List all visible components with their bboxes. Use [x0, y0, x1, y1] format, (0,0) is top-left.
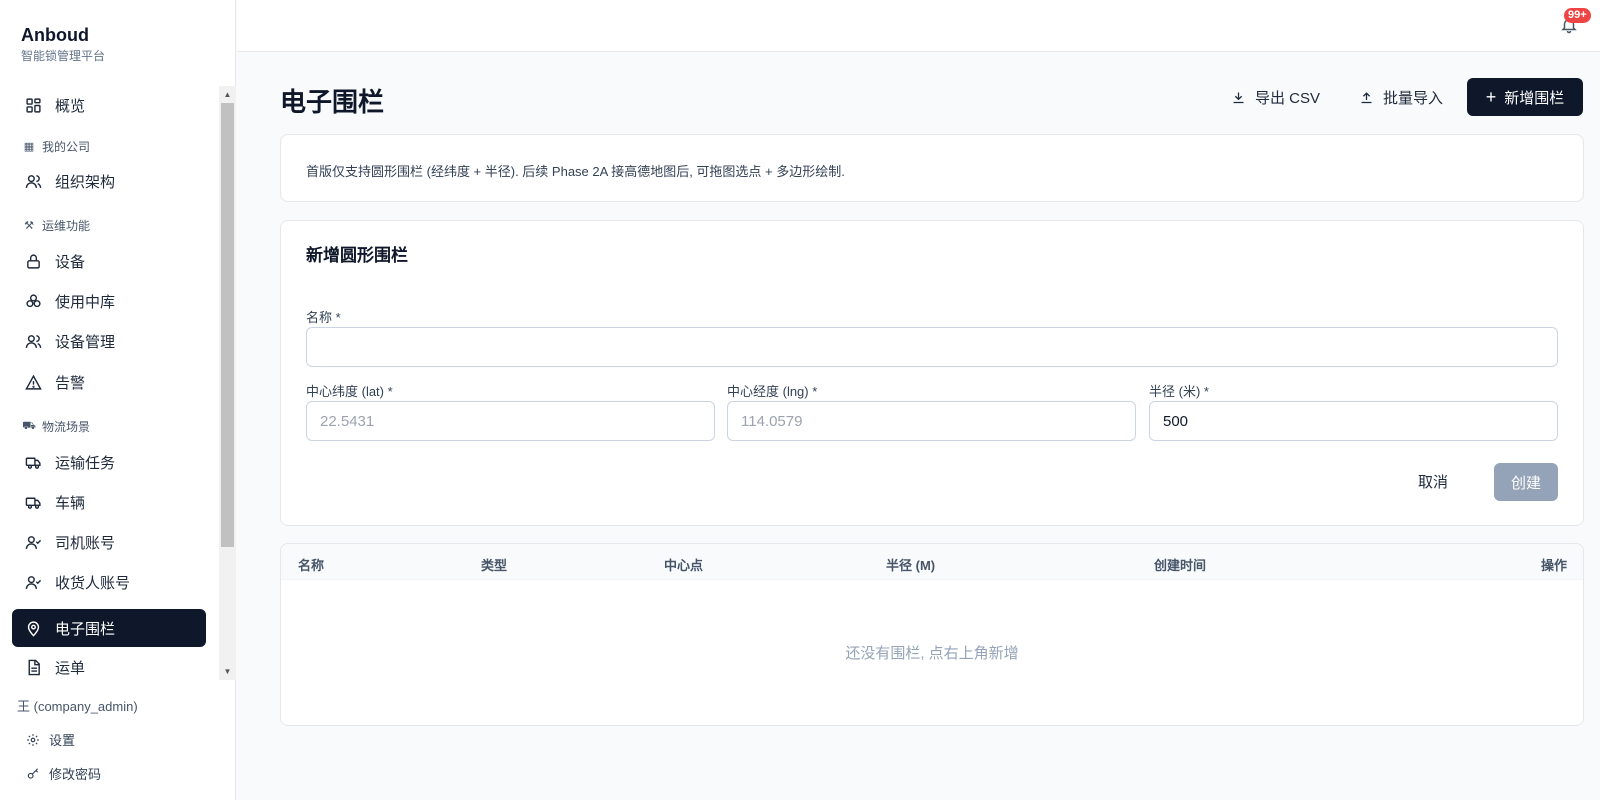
plus-icon: +: [1485, 87, 1497, 107]
name-input[interactable]: [306, 327, 1558, 367]
cancel-button[interactable]: 取消: [1418, 463, 1448, 499]
nav-list: 概览 ▦ 我的公司 组织架构 ⚒ 运维功能 设备 使用中库 设备管理 告警 ⛟ …: [0, 86, 236, 680]
section-label: 运维功能: [42, 219, 91, 233]
settings-link[interactable]: 设置: [26, 730, 75, 749]
notification-badge: 99+: [1564, 8, 1591, 23]
upload-icon: [1361, 91, 1372, 103]
brand: Anboud 智能锁管理平台: [21, 24, 105, 64]
notice-text: 首版仅支持圆形围栏 (经纬度 + 半径). 后续 Phase 2A 接高德地图后…: [306, 164, 845, 179]
truck-icon: [25, 457, 41, 469]
sidebar-item-label: 运输任务: [55, 454, 116, 472]
scroll-down-arrow-icon[interactable]: ▼: [219, 663, 236, 680]
map-pin-icon: [27, 620, 40, 637]
notice-card: 首版仅支持圆形围栏 (经纬度 + 半径). 后续 Phase 2A 接高德地图后…: [280, 134, 1584, 202]
empty-state-text: 还没有围栏, 点右上角新增: [845, 645, 1019, 662]
form-title: 新增圆形围栏: [306, 246, 408, 265]
wrench-icon: ⚒: [24, 220, 34, 232]
page-title: 电子围栏: [280, 87, 385, 117]
column-header-actions: 操作: [1540, 558, 1567, 573]
new-fence-button[interactable]: + 新增围栏: [1467, 78, 1583, 116]
section-ops: ⚒ 运维功能: [22, 217, 90, 234]
section-label: 物流场景: [42, 420, 91, 434]
sidebar-item-device-mgmt[interactable]: 设备管理: [12, 322, 206, 360]
sidebar-item-label: 设备管理: [55, 333, 116, 351]
column-header-center: 中心点: [664, 558, 704, 573]
sidebar-item-label: 收货人账号: [55, 574, 131, 592]
export-csv-button[interactable]: 导出 CSV: [1231, 78, 1320, 116]
sidebar-item-overview[interactable]: 概览: [12, 86, 206, 124]
scroll-up-arrow-icon[interactable]: ▲: [219, 86, 236, 103]
sidebar-item-waybill[interactable]: 运单: [12, 648, 206, 680]
column-header-type: 类型: [481, 558, 508, 573]
grid-icon: [26, 97, 41, 113]
section-logistics: ⛟ 物流场景: [22, 418, 90, 435]
change-password-label: 修改密码: [49, 767, 102, 782]
lat-input[interactable]: [306, 401, 715, 441]
batch-import-button[interactable]: 批量导入: [1359, 78, 1443, 116]
lng-input[interactable]: [727, 401, 1136, 441]
sidebar-item-label: 车辆: [55, 494, 86, 512]
user-check-icon: [25, 535, 42, 549]
sidebar-item-alarms[interactable]: 告警: [12, 363, 206, 401]
gear-icon: [27, 733, 39, 746]
name-label: 名称 *: [306, 310, 341, 325]
key-icon: [27, 767, 39, 779]
sidebar-item-transport-tasks[interactable]: 运输任务: [12, 443, 206, 481]
document-icon: [28, 659, 40, 675]
user-name: 王 (company_admin): [17, 699, 138, 714]
sidebar-item-driver-accounts[interactable]: 司机账号: [12, 523, 206, 561]
radius-input[interactable]: [1149, 401, 1558, 441]
change-password-link[interactable]: 修改密码: [26, 764, 101, 783]
current-user: 王 (company_admin): [17, 696, 138, 715]
sidebar: Anboud 智能锁管理平台 概览 ▦ 我的公司 组织架构 ⚒ 运维功能 设备 …: [0, 0, 236, 800]
truck-icon: ⛟: [22, 419, 36, 432]
sidebar-item-label: 设备: [55, 253, 86, 271]
column-header-created-at: 创建时间: [1154, 558, 1207, 573]
scroll-thumb[interactable]: [221, 103, 234, 547]
sidebar-item-consignee-accounts[interactable]: 收货人账号: [12, 563, 206, 601]
lng-label: 中心经度 (lng) *: [727, 384, 818, 399]
new-fence-label: 新增围栏: [1504, 89, 1565, 107]
batch-import-label: 批量导入: [1383, 89, 1444, 107]
sidebar-item-usage-center[interactable]: 使用中库: [12, 282, 206, 320]
sidebar-item-label: 使用中库: [55, 293, 116, 311]
brand-subtitle: 智能锁管理平台: [21, 49, 106, 63]
lock-icon: [27, 253, 40, 269]
users-icon: [25, 334, 42, 348]
table-header: 名称 类型 中心点 半径 (M) 创建时间 操作: [281, 544, 1583, 580]
truck-icon: [25, 497, 41, 509]
radius-label: 半径 (米) *: [1149, 384, 1209, 399]
export-csv-label: 导出 CSV: [1255, 89, 1321, 107]
column-header-radius: 半径 (M): [886, 558, 936, 573]
section-company: ▦ 我的公司: [22, 138, 90, 155]
settings-label: 设置: [49, 733, 76, 748]
sidebar-item-label: 告警: [55, 374, 86, 392]
column-header-name: 名称: [298, 558, 325, 573]
sidebar-item-vehicles[interactable]: 车辆: [12, 483, 206, 521]
download-icon: [1233, 92, 1244, 103]
warning-icon: [25, 374, 42, 390]
sidebar-item-org[interactable]: 组织架构: [12, 162, 206, 200]
cluster-icon: [26, 293, 41, 307]
sidebar-item-label: 组织架构: [55, 173, 116, 191]
sidebar-item-devices[interactable]: 设备: [12, 242, 206, 280]
sidebar-item-label: 概览: [55, 97, 86, 115]
sidebar-item-label: 司机账号: [55, 534, 116, 552]
users-icon: [25, 174, 42, 188]
sidebar-item-geofence[interactable]: 电子围栏: [12, 609, 206, 647]
user-check-icon: [25, 575, 42, 589]
brand-name: Anboud: [21, 25, 89, 45]
sidebar-item-label: 运单: [55, 659, 86, 677]
fence-table: 名称 类型 中心点 半径 (M) 创建时间 操作 还没有围栏, 点右上角新增: [280, 543, 1584, 726]
sidebar-scrollbar[interactable]: ▲ ▼: [219, 86, 236, 680]
topbar: 99+: [237, 0, 1600, 52]
new-fence-form: 新增圆形围栏 名称 * 中心纬度 (lat) * 中心经度 (lng) * 半径…: [280, 220, 1584, 526]
section-label: 我的公司: [42, 140, 91, 154]
building-icon: ▦: [23, 141, 35, 153]
notification-button[interactable]: 99+: [1560, 8, 1591, 34]
lat-label: 中心纬度 (lat) *: [306, 384, 393, 399]
create-button[interactable]: 创建: [1494, 463, 1558, 501]
sidebar-item-label: 电子围栏: [55, 620, 116, 638]
